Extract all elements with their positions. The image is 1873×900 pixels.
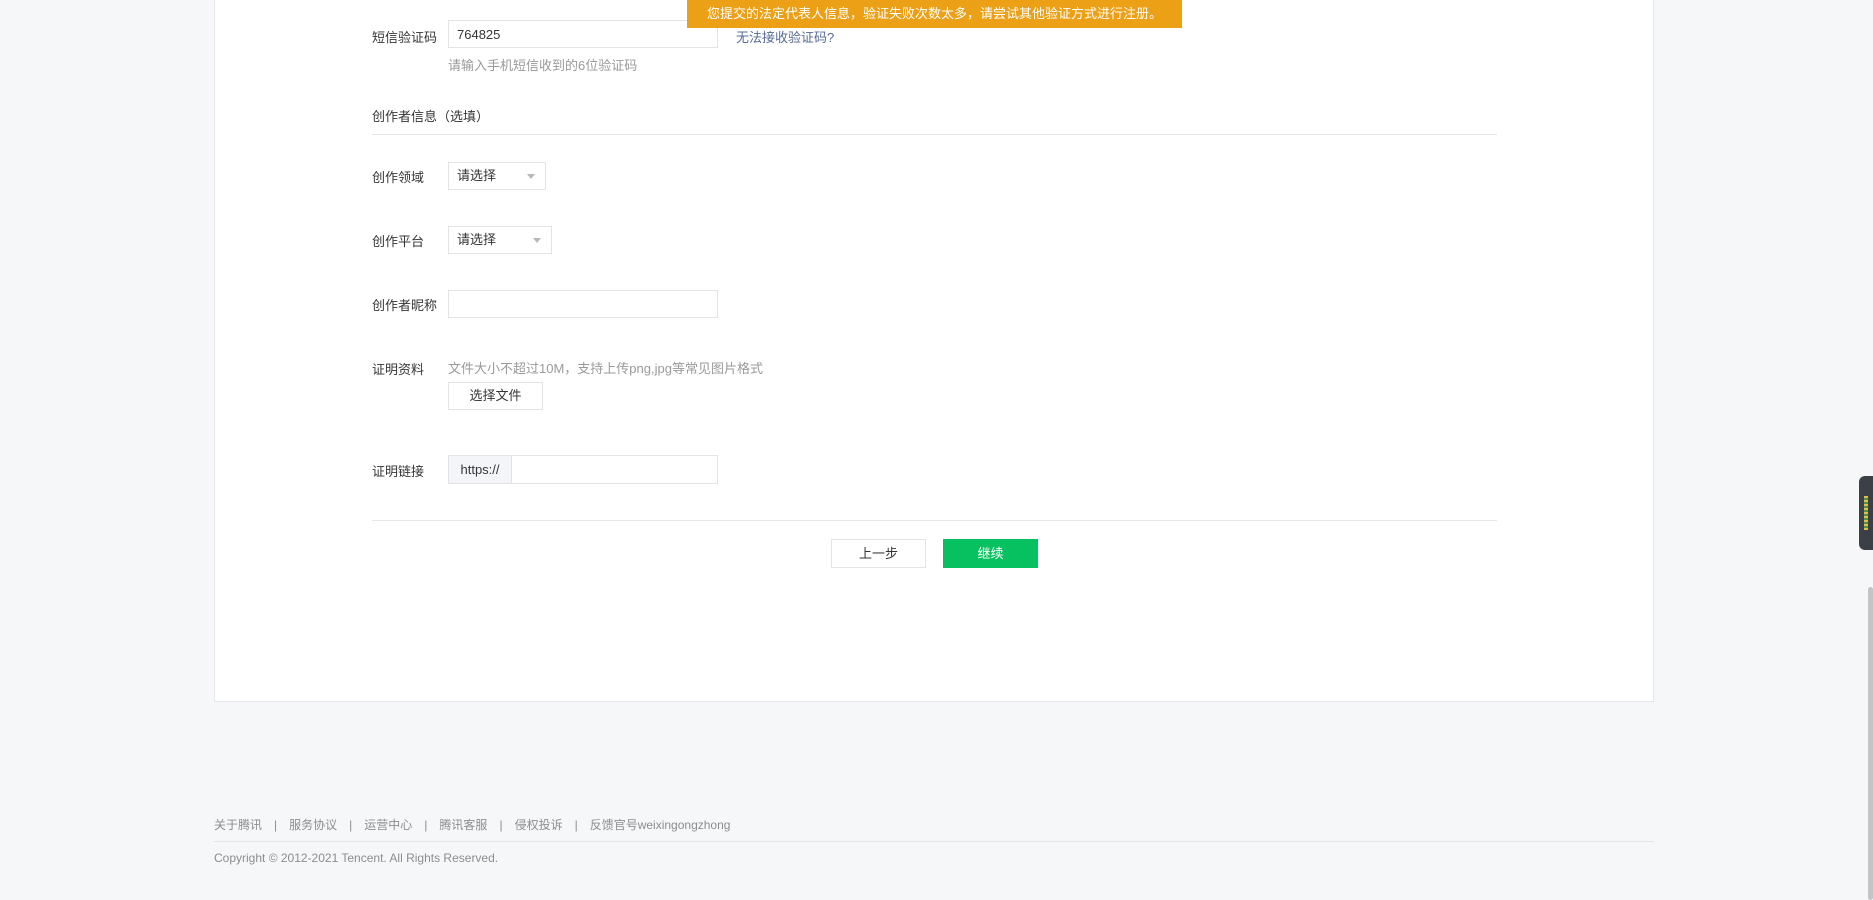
creation-platform-label: 创作平台	[372, 234, 425, 249]
footer-separator: |	[424, 818, 428, 832]
creation-platform-value: 请选择	[457, 232, 497, 247]
proof-link-field: https://	[448, 455, 718, 484]
side-widget[interactable]	[1859, 476, 1873, 550]
creation-field-select[interactable]: 请选择	[448, 162, 546, 190]
sms-code-hint: 请输入手机短信收到的6位验证码	[448, 58, 638, 73]
creation-field-value: 请选择	[457, 168, 497, 183]
proof-material-hint: 文件大小不超过10M，支持上传png,jpg等常见图片格式	[448, 361, 763, 376]
footer-link-about[interactable]: 关于腾讯	[214, 818, 262, 832]
footer-link-ops-center[interactable]: 运营中心	[364, 818, 412, 832]
continue-button[interactable]: 继续	[943, 539, 1038, 568]
page: 您提交的法定代表人信息，验证失败次数太多，请尝试其他验证方式进行注册。 短信验证…	[0, 0, 1873, 900]
footer-separator: |	[574, 818, 578, 832]
footer-separator: |	[349, 818, 353, 832]
creation-field-label: 创作领域	[372, 170, 425, 185]
cant-receive-code-link[interactable]: 无法接收验证码?	[736, 27, 834, 46]
footer-link-agreement[interactable]: 服务协议	[289, 818, 337, 832]
creator-nickname-input[interactable]	[448, 290, 718, 318]
footer-separator: |	[274, 818, 278, 832]
proof-link-label: 证明链接	[372, 464, 425, 479]
meter-icon	[1864, 496, 1868, 530]
section-divider	[372, 134, 1497, 135]
chevron-down-icon	[533, 238, 541, 243]
creator-section-title: 创作者信息（选填）	[372, 109, 490, 124]
scrollbar-thumb[interactable]	[1868, 587, 1873, 900]
error-toast: 您提交的法定代表人信息，验证失败次数太多，请尝试其他验证方式进行注册。	[687, 0, 1182, 28]
footer-links: 关于腾讯 | 服务协议 | 运营中心 | 腾讯客服 | 侵权投诉 | 反馈官号weixingongz…	[214, 816, 730, 833]
actions-divider	[372, 520, 1497, 521]
sms-code-label: 短信验证码	[372, 30, 438, 45]
copyright: Copyright © 2012-2021 Tencent. All Right…	[214, 851, 499, 865]
choose-file-button[interactable]: 选择文件	[448, 382, 543, 410]
footer-separator: |	[499, 818, 503, 832]
creator-nickname-label: 创作者昵称	[372, 298, 438, 313]
footer-divider	[214, 841, 1654, 842]
creation-platform-select[interactable]: 请选择	[448, 226, 552, 254]
footer-link-feedback[interactable]: 反馈官号weixingongzhong	[590, 818, 731, 832]
proof-link-input[interactable]	[512, 456, 717, 483]
sms-code-input[interactable]	[448, 20, 718, 48]
prev-step-button[interactable]: 上一步	[831, 539, 926, 568]
url-prefix: https://	[449, 456, 512, 483]
footer-link-infringement[interactable]: 侵权投诉	[515, 818, 563, 832]
proof-material-label: 证明资料	[372, 362, 425, 377]
chevron-down-icon	[527, 174, 535, 179]
footer-link-support[interactable]: 腾讯客服	[439, 818, 487, 832]
